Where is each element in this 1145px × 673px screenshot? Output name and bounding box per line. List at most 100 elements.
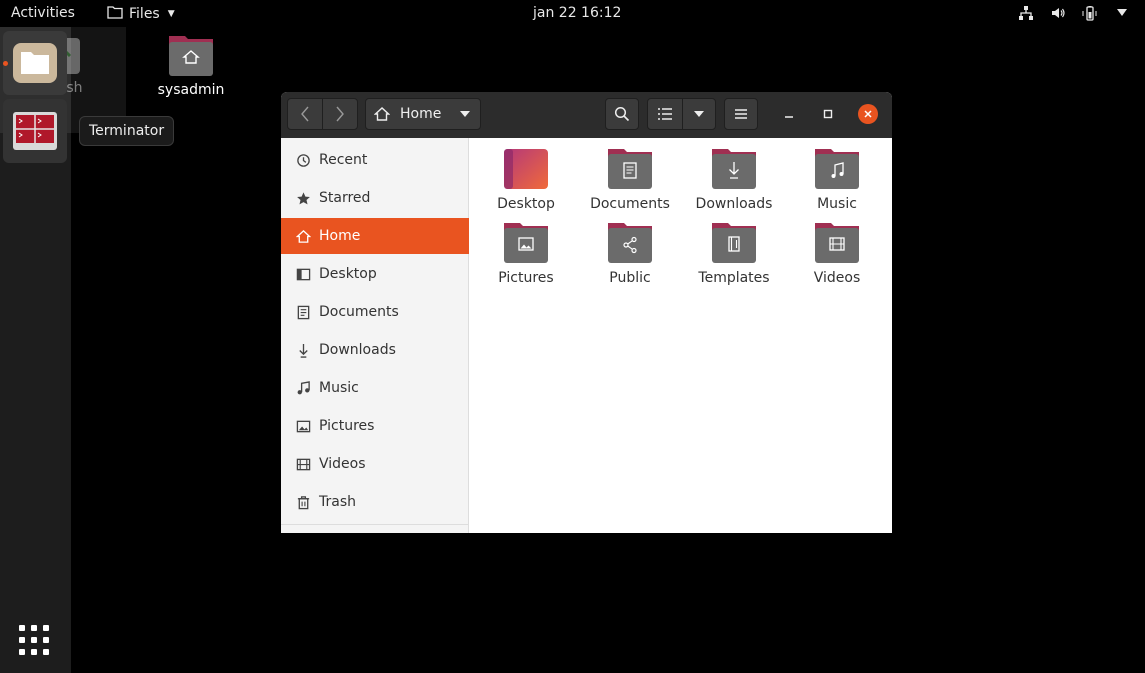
folder-icon: [107, 5, 123, 23]
list-view-button[interactable]: [647, 98, 683, 130]
minimize-button[interactable]: [779, 104, 799, 124]
sidebar-item-label: Music: [319, 380, 359, 396]
chevron-right-icon: [336, 106, 344, 122]
running-indicator: [3, 61, 8, 66]
app-menu-label: Files: [129, 6, 160, 22]
sidebar-item-label: Pictures: [319, 418, 375, 434]
folder-item-videos[interactable]: Videos: [785, 222, 889, 286]
star-icon: [295, 190, 311, 206]
main-menu-button[interactable]: [724, 98, 758, 130]
maximize-button[interactable]: [818, 104, 838, 124]
downloads-folder-icon: [711, 148, 757, 190]
chevron-down-icon: ▼: [167, 9, 175, 19]
documents-folder-icon: [607, 148, 653, 190]
sidebar-item-label: Videos: [319, 456, 366, 472]
maximize-icon: [823, 109, 833, 119]
sidebar-item-home[interactable]: Home: [281, 218, 469, 254]
files-app-icon: [13, 43, 57, 83]
folder-label: Public: [609, 270, 651, 286]
sidebar-item-label: Starred: [319, 190, 371, 206]
hamburger-icon: [735, 109, 747, 119]
sidebar-item-music[interactable]: Music: [281, 370, 469, 406]
grid-dot: [31, 637, 37, 643]
sidebar-item-trash[interactable]: Trash: [281, 484, 469, 520]
folder-item-desktop[interactable]: Desktop: [474, 148, 578, 212]
folder-label: Documents: [590, 196, 670, 212]
folder-item-templates[interactable]: Templates: [682, 222, 786, 286]
folder-label: Pictures: [498, 270, 554, 286]
document-icon: [295, 304, 311, 320]
public-folder-icon: [607, 222, 653, 264]
search-icon: [614, 106, 630, 122]
folder-label: Videos: [813, 270, 861, 286]
folder-item-music[interactable]: Music: [785, 148, 889, 212]
home-icon: [295, 228, 311, 244]
sidebar-item-documents[interactable]: Documents: [281, 294, 469, 330]
minimize-icon: [785, 116, 793, 118]
sidebar-item-recent[interactable]: Recent: [281, 142, 469, 178]
back-button[interactable]: [287, 98, 323, 130]
folder-label: Downloads: [695, 196, 773, 212]
sidebar-item-label: Home: [319, 228, 361, 244]
sidebar-separator: [281, 524, 469, 525]
desktop-icon: [295, 266, 311, 282]
network-icon[interactable]: [1017, 4, 1035, 22]
grid-dot: [19, 625, 25, 631]
sidebar-item-downloads[interactable]: Downloads: [281, 332, 469, 368]
chevron-left-icon: [301, 106, 309, 122]
search-button[interactable]: [605, 98, 639, 130]
desktop-home-folder[interactable]: sysadmin: [151, 34, 231, 98]
pictures-folder-icon: [503, 222, 549, 264]
battery-icon[interactable]: [1081, 4, 1099, 22]
close-icon: [864, 110, 872, 118]
folder-item-public[interactable]: Public: [578, 222, 682, 286]
power-menu-icon[interactable]: [1113, 4, 1131, 22]
volume-icon[interactable]: [1049, 4, 1067, 22]
sidebar-item-videos[interactable]: Videos: [281, 446, 469, 482]
close-button[interactable]: [858, 104, 878, 124]
folder-label: Templates: [698, 270, 770, 286]
dock-terminator-app[interactable]: [3, 99, 67, 163]
grid-dot: [19, 649, 25, 655]
system-tray[interactable]: [1017, 4, 1131, 22]
list-view-icon: [658, 108, 672, 120]
videos-folder-icon: [814, 222, 860, 264]
grid-dot: [31, 625, 37, 631]
video-icon: [295, 456, 311, 472]
app-menu-files[interactable]: Files ▼: [107, 5, 175, 23]
view-options-button[interactable]: [682, 98, 716, 130]
folder-item-documents[interactable]: Documents: [578, 148, 682, 212]
folder-item-pictures[interactable]: Pictures: [474, 222, 578, 286]
trash-icon: [295, 494, 311, 510]
path-bar-home[interactable]: Home: [365, 98, 481, 130]
sidebar-item-label: Recent: [319, 152, 368, 168]
sidebar-item-label: Trash: [319, 494, 356, 510]
forward-button[interactable]: [322, 98, 358, 130]
dock-files-app[interactable]: [3, 31, 67, 95]
chevron-down-icon: [460, 111, 470, 117]
clock[interactable]: jan 22 16:12: [533, 5, 621, 21]
sidebar-item-starred[interactable]: Starred: [281, 180, 469, 216]
desktop-home-label: sysadmin: [157, 82, 225, 98]
dock-tooltip: Terminator: [79, 116, 175, 146]
picture-icon: [295, 418, 311, 434]
grid-dot: [43, 637, 49, 643]
sidebar-item-label: Downloads: [319, 342, 396, 358]
header-bar: Home: [281, 92, 892, 138]
templates-folder-icon: [711, 222, 757, 264]
home-folder-icon: [169, 36, 213, 76]
top-bar: Activities Files ▼ jan 22 16:12: [0, 0, 1145, 27]
activities-button[interactable]: Activities: [11, 5, 75, 21]
folder-grid: Desktop Documents Downloads Music Pictur…: [470, 138, 892, 533]
sidebar-item-desktop[interactable]: Desktop: [281, 256, 469, 292]
grid-dot: [31, 649, 37, 655]
music-icon: [295, 380, 311, 396]
folder-item-downloads[interactable]: Downloads: [682, 148, 786, 212]
home-icon: [374, 107, 390, 121]
show-applications-button[interactable]: [19, 625, 51, 657]
sidebar-item-pictures[interactable]: Pictures: [281, 408, 469, 444]
grid-dot: [43, 649, 49, 655]
places-sidebar: Recent Starred Home Desktop Documents Do…: [281, 138, 469, 533]
files-window: Home Recent Starred Home Desktop Documen…: [281, 92, 892, 533]
folder-label: Desktop: [497, 196, 555, 212]
